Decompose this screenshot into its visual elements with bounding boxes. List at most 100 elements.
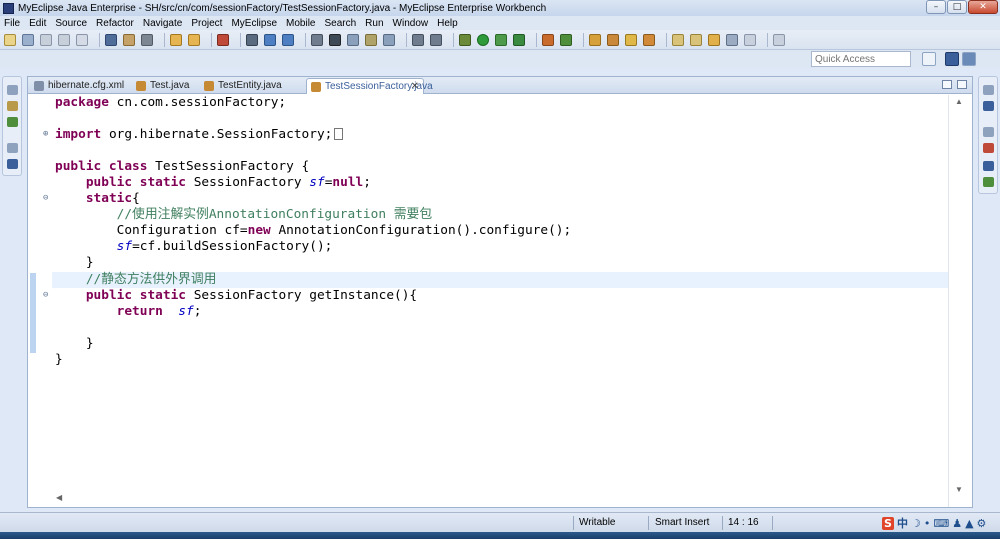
server-icon[interactable] — [246, 33, 258, 46]
folded-imports-box[interactable] — [334, 128, 344, 140]
close-button[interactable]: ✕ — [968, 0, 998, 14]
database-icon[interactable] — [347, 33, 359, 46]
last-edit-icon[interactable] — [708, 33, 720, 46]
task-icon[interactable] — [607, 33, 619, 46]
status-separator — [573, 516, 574, 530]
ime-toolbar: S 中 ☽ • ⌨ ♟ ▲ ⚙ — [882, 515, 998, 531]
open-folder-icon[interactable] — [589, 33, 601, 46]
external-tools-icon[interactable] — [513, 33, 525, 46]
menu-project[interactable]: Project — [191, 18, 222, 29]
menu-myeclipse[interactable]: MyEclipse — [231, 18, 277, 29]
user-icon[interactable]: ♟ — [952, 517, 962, 530]
menu-search[interactable]: Search — [324, 18, 356, 29]
restore-icon[interactable] — [7, 143, 18, 153]
undo-icon[interactable] — [170, 33, 182, 46]
half-width-icon[interactable]: ☽ — [911, 517, 921, 530]
previous-annotation-icon[interactable] — [690, 33, 702, 46]
forward-icon[interactable] — [744, 33, 756, 46]
collapse-fold-icon[interactable]: ⊖ — [43, 193, 48, 203]
tab-testentity-java[interactable]: TestEntity.java — [200, 78, 304, 94]
code-line: public class TestSessionFactory { — [55, 159, 310, 174]
skin-icon[interactable]: ▲ — [965, 517, 973, 530]
deploy-icon[interactable] — [217, 33, 229, 46]
globe-icon[interactable] — [329, 33, 341, 46]
save-all-icon[interactable] — [58, 33, 70, 46]
back-icon[interactable] — [726, 33, 738, 46]
myeclipse-perspective-icon[interactable] — [962, 52, 976, 66]
menu-window[interactable]: Window — [393, 18, 429, 29]
toolbar-separator — [583, 32, 584, 47]
ime-language[interactable]: 中 — [897, 515, 908, 531]
maximize-editor-icon[interactable] — [957, 80, 967, 89]
java-file-icon — [204, 81, 214, 91]
keyboard-icon[interactable]: ⌨ — [933, 517, 949, 530]
tab-test-java[interactable]: Test.java — [132, 78, 198, 94]
scroll-up-icon[interactable]: ▲ — [955, 97, 963, 106]
package-icon[interactable] — [365, 33, 377, 46]
new-class-icon[interactable] — [542, 33, 554, 46]
redo-icon[interactable] — [188, 33, 200, 46]
save-icon[interactable] — [40, 33, 52, 46]
tab-testsessionfactory-java[interactable]: TestSessionFactory.java ✕ — [306, 78, 433, 94]
java-ee-perspective-icon[interactable] — [945, 52, 959, 66]
toggle-mark-icon[interactable] — [123, 33, 135, 46]
new-package-icon[interactable] — [560, 33, 572, 46]
package-explorer-icon[interactable] — [7, 101, 18, 111]
console-view-icon[interactable] — [983, 161, 994, 171]
restore-icon[interactable] — [983, 85, 994, 95]
menu-source[interactable]: Source — [55, 18, 87, 29]
browser-icon[interactable] — [264, 33, 276, 46]
collapse-fold-icon[interactable]: ⊖ — [43, 290, 48, 300]
terminal-icon[interactable] — [430, 33, 442, 46]
print-icon[interactable] — [76, 33, 88, 46]
horizontal-scrollbar[interactable]: ◀ — [52, 491, 948, 507]
toolbox-icon[interactable]: ⚙ — [977, 517, 987, 530]
run-icon[interactable] — [477, 33, 489, 46]
maximize-button[interactable]: □ — [947, 0, 967, 14]
open-perspective-icon[interactable] — [105, 33, 117, 46]
image-preview-icon[interactable] — [7, 159, 18, 169]
restore-icon[interactable] — [983, 127, 994, 137]
sogou-logo-icon[interactable]: S — [882, 516, 894, 530]
new-icon[interactable] — [4, 33, 16, 46]
tab-hibernate-cfg[interactable]: hibernate.cfg.xml — [30, 78, 132, 94]
menu-run[interactable]: Run — [365, 18, 383, 29]
servers-icon[interactable] — [983, 177, 994, 187]
menu-file[interactable]: File — [4, 18, 20, 29]
coverage-icon[interactable] — [495, 33, 507, 46]
next-annotation-icon[interactable] — [672, 33, 684, 46]
menu-refactor[interactable]: Refactor — [96, 18, 134, 29]
editor-gutter: ⊕ ⊖ ⊖ — [28, 95, 52, 497]
scroll-left-icon[interactable]: ◀ — [56, 493, 62, 502]
debug-icon[interactable] — [459, 33, 471, 46]
problems-icon[interactable] — [983, 143, 994, 153]
tools-icon[interactable] — [141, 33, 153, 46]
pin-icon[interactable] — [773, 33, 785, 46]
team-icon[interactable] — [311, 33, 323, 46]
menu-mobile[interactable]: Mobile — [286, 18, 315, 29]
vertical-scrollbar[interactable]: ▲ ▼ — [948, 95, 972, 507]
restore-icon[interactable] — [7, 85, 18, 95]
minimize-editor-icon[interactable] — [942, 80, 952, 89]
status-separator — [772, 516, 773, 530]
explorer-icon[interactable] — [383, 33, 395, 46]
expand-fold-icon[interactable]: ⊕ — [43, 129, 48, 139]
menu-help[interactable]: Help — [437, 18, 458, 29]
minimize-button[interactable]: – — [926, 0, 946, 14]
open-perspective-icon[interactable] — [922, 52, 936, 66]
console-icon[interactable] — [412, 33, 424, 46]
scroll-down-icon[interactable]: ▼ — [955, 485, 963, 494]
hierarchy-icon[interactable] — [7, 117, 18, 127]
toolbar-separator — [240, 32, 241, 47]
menu-edit[interactable]: Edit — [29, 18, 46, 29]
menu-navigate[interactable]: Navigate — [143, 18, 182, 29]
punctuation-icon[interactable]: • — [924, 517, 931, 530]
outline-icon[interactable] — [983, 101, 994, 111]
code-area[interactable]: package cn.com.sessionFactory; import or… — [52, 95, 948, 497]
close-tab-icon[interactable]: ✕ — [411, 81, 419, 92]
web-icon[interactable] — [282, 33, 294, 46]
quick-access-input[interactable] — [811, 51, 911, 67]
open-type-icon[interactable] — [22, 33, 34, 46]
annotation-icon[interactable] — [643, 33, 655, 46]
pen-icon[interactable] — [625, 33, 637, 46]
